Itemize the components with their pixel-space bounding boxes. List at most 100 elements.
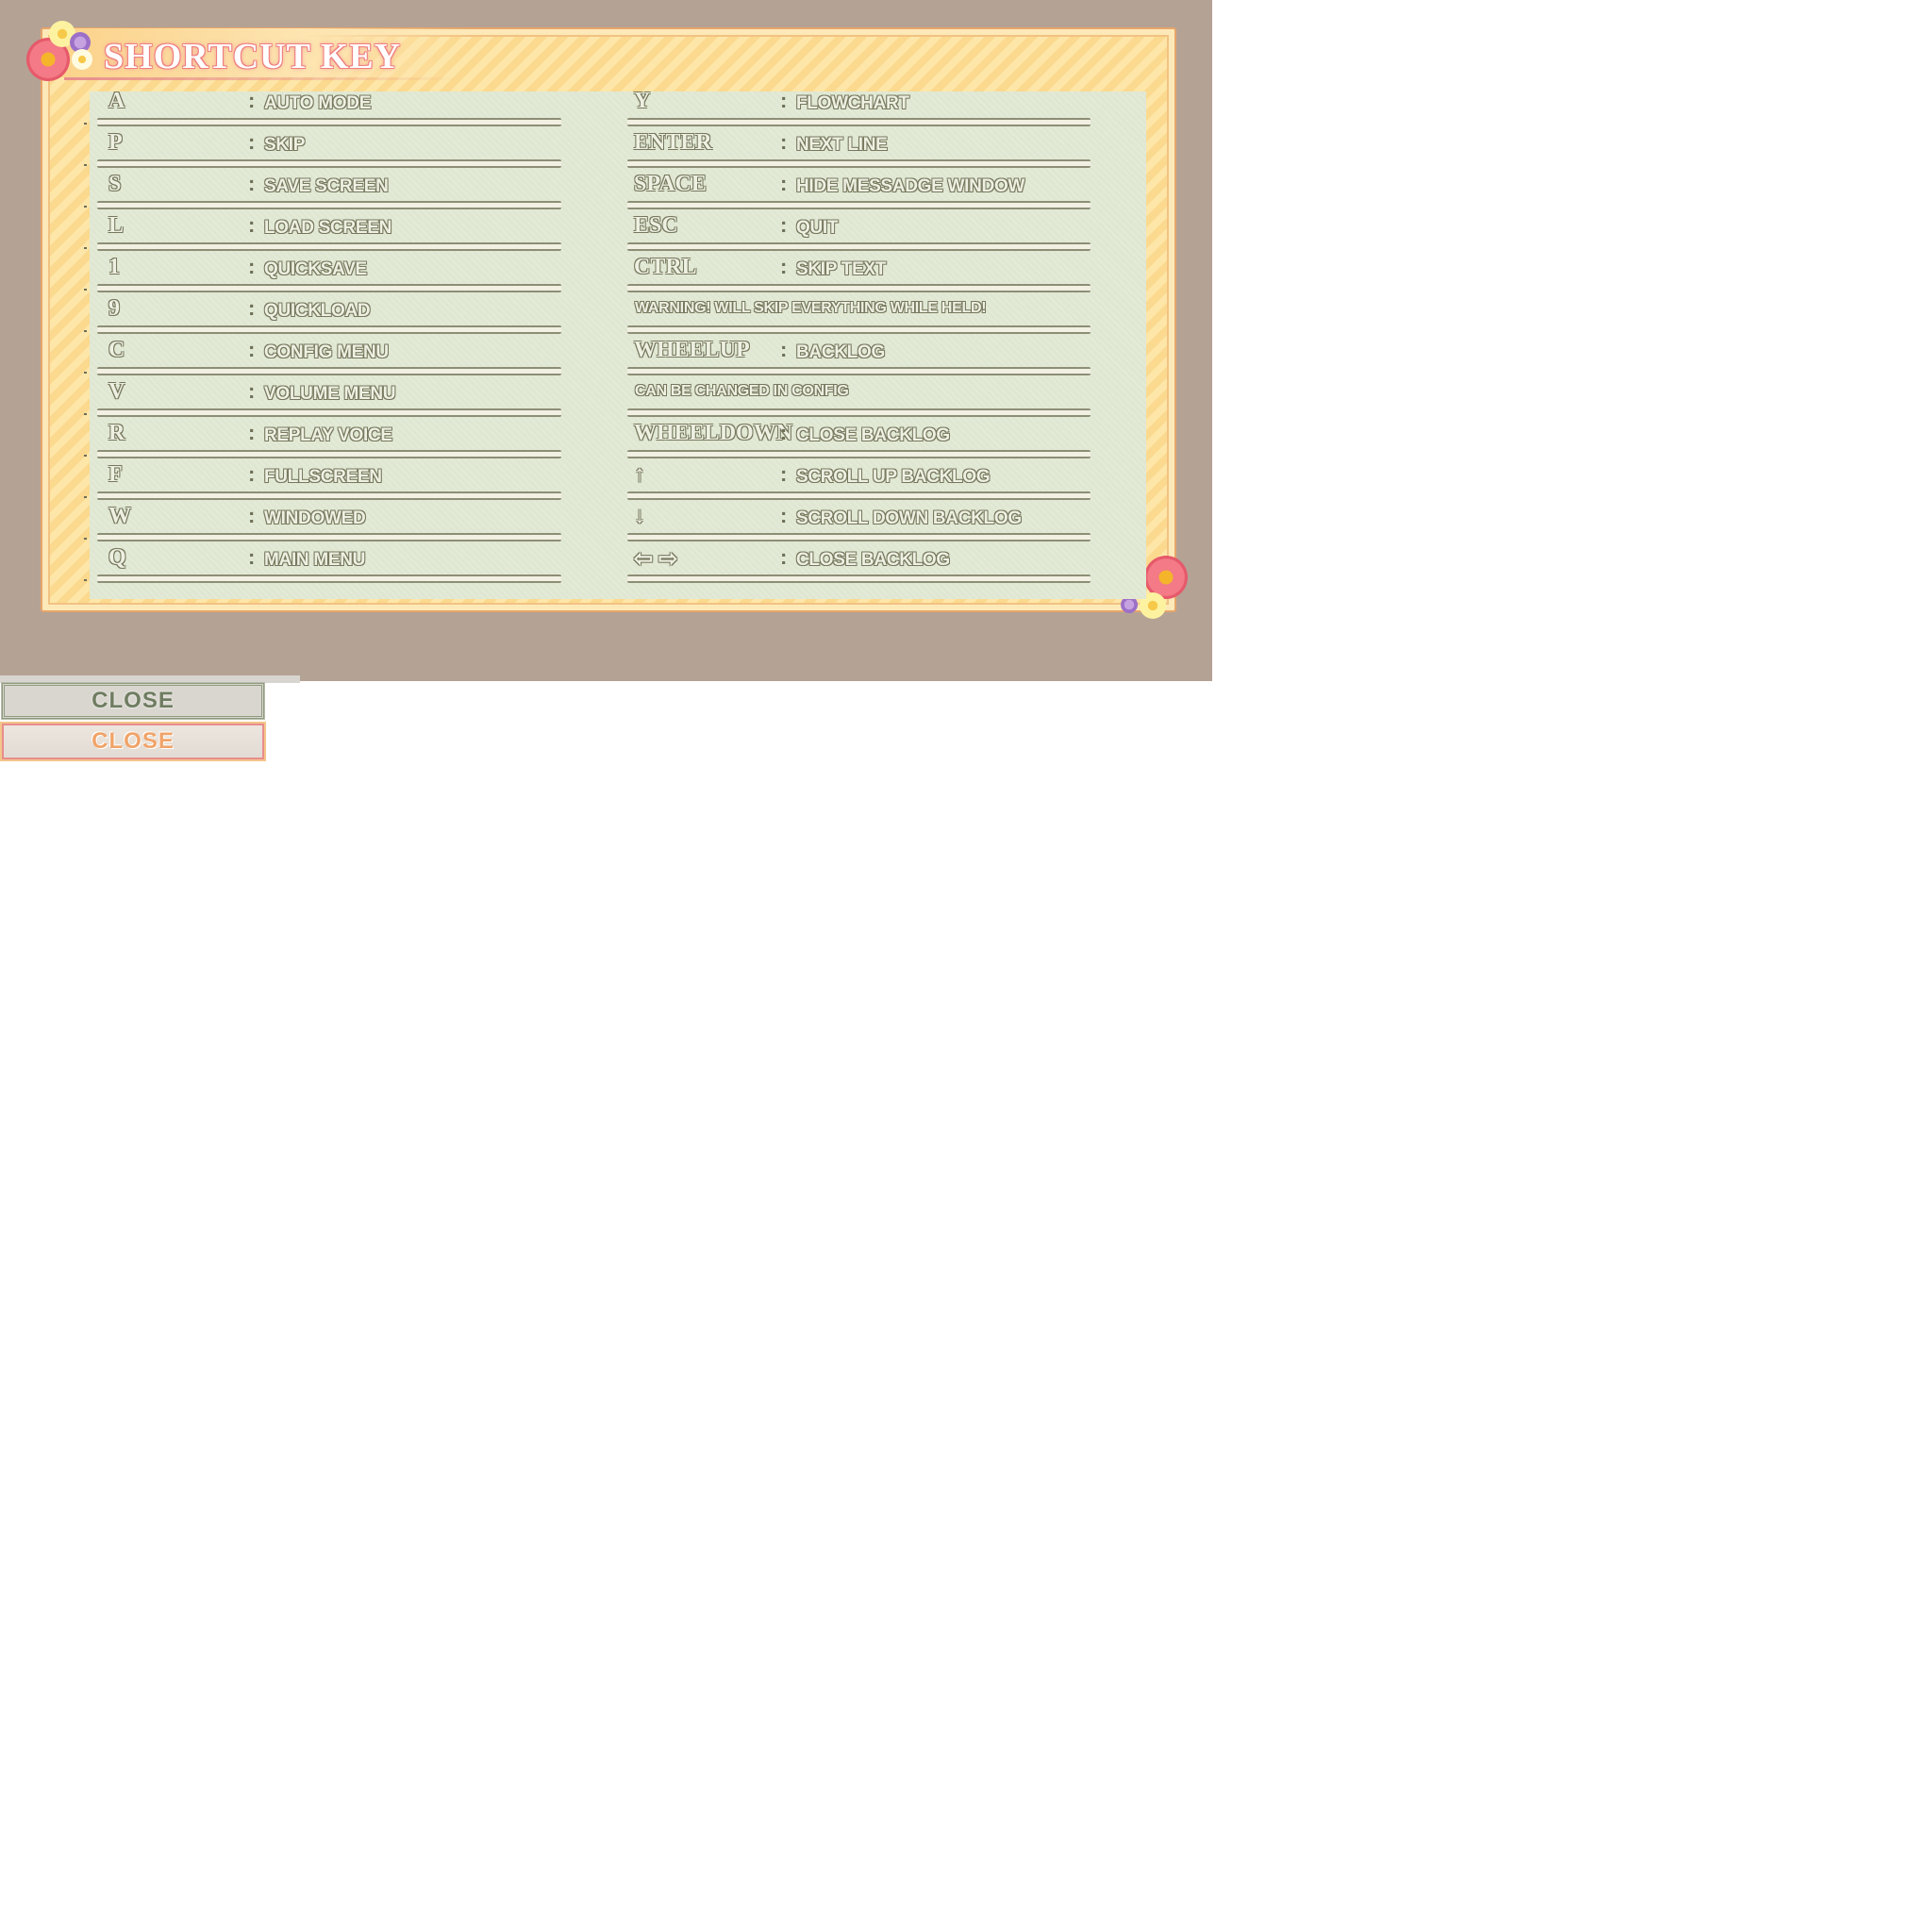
row-underline — [627, 159, 1091, 168]
shortcut-row-left-5: 1 : QUICKSAVE — [97, 251, 561, 292]
shortcut-key: L — [108, 213, 125, 238]
shortcut-row-right-2: ENTER : NEXT LINE — [627, 126, 1091, 168]
separator: : — [780, 255, 788, 278]
separator: : — [780, 130, 788, 154]
row-marker — [84, 289, 87, 291]
separator: : — [780, 213, 788, 237]
title-underline — [64, 77, 460, 80]
shortcut-action: QUICKSAVE — [264, 259, 367, 279]
shortcut-action: FLOWCHART — [796, 93, 909, 113]
shortcut-row-left-1: A : AUTO MODE — [97, 85, 561, 126]
separator: : — [780, 172, 788, 195]
shortcut-row-right-7: WHEELUP : BACKLOG — [627, 334, 1091, 375]
row-marker — [84, 538, 87, 540]
row-underline — [627, 325, 1091, 334]
row-underline — [627, 201, 1091, 209]
shortcut-action: QUIT — [796, 218, 839, 238]
shortcut-action: QUICKLOAD — [264, 301, 371, 321]
separator: : — [248, 172, 256, 195]
shortcut-key: A — [108, 89, 125, 113]
config-note: CAN BE CHANGED IN CONFIG — [635, 383, 849, 399]
separator: : — [248, 545, 256, 569]
shortcut-key: 9 — [108, 296, 120, 321]
shortcut-row-left-12: Q : MAIN MENU — [97, 541, 561, 583]
row-underline — [627, 533, 1091, 541]
shortcut-note-row-right-8: CAN BE CHANGED IN CONFIG — [627, 375, 1091, 417]
shortcut-key: CTRL — [634, 255, 697, 279]
shortcut-row-right-3: SPACE : HIDE MESSADGE WINDOW — [627, 168, 1091, 209]
shortcut-key: V — [108, 379, 125, 404]
flower-decoration-top-left-4 — [72, 49, 92, 70]
shortcut-key: 1 — [108, 255, 120, 279]
separator: : — [248, 89, 256, 112]
shortcut-action: CLOSE BACKLOG — [796, 550, 950, 570]
shortcut-row-left-2: P : SKIP — [97, 126, 561, 168]
row-underline — [627, 491, 1091, 500]
shortcut-action: WINDOWED — [264, 508, 366, 528]
shortcut-action: SKIP TEXT — [796, 259, 887, 279]
row-marker — [84, 455, 87, 457]
shortcut-row-right-5: CTRL : SKIP TEXT — [627, 251, 1091, 292]
row-underline — [97, 533, 561, 541]
row-underline — [97, 201, 561, 209]
shortcut-row-right-4: ESC : QUIT — [627, 209, 1091, 251]
row-underline — [97, 118, 561, 126]
row-underline — [97, 450, 561, 458]
row-underline — [627, 408, 1091, 417]
shortcut-key: S — [108, 172, 122, 196]
row-underline — [97, 575, 561, 583]
close-button-hover[interactable]: CLOSE — [0, 722, 266, 761]
shortcut-sheet: SHORTCUT KEY A : AUTO MODE P : SKIP S : … — [0, 0, 1212, 681]
shortcut-row-left-11: W : WINDOWED — [97, 500, 561, 541]
row-marker — [84, 413, 87, 415]
shortcut-key: R — [108, 421, 125, 445]
row-marker — [84, 206, 87, 208]
separator: : — [780, 545, 788, 569]
separator: : — [780, 421, 788, 444]
separator: : — [248, 504, 256, 527]
separator: : — [248, 338, 256, 361]
shortcut-key: SPACE — [634, 172, 707, 196]
shortcut-key: WHEELUP — [634, 338, 750, 362]
row-marker — [84, 164, 87, 166]
warning-note: WARNING! WILL SKIP EVERYTHING WHILE HELD… — [635, 300, 987, 316]
row-marker — [84, 579, 87, 581]
separator: : — [780, 462, 788, 486]
shortcut-action: AUTO MODE — [264, 93, 372, 113]
arrow-left-right-icon: ⇦ ⇨ — [634, 547, 678, 572]
separator: : — [780, 504, 788, 527]
shortcut-action: BACKLOG — [796, 342, 885, 362]
shortcut-row-left-3: S : SAVE SCREEN — [97, 168, 561, 209]
separator: : — [248, 379, 256, 403]
row-underline — [97, 242, 561, 251]
shortcut-row-left-8: V : VOLUME MENU — [97, 375, 561, 417]
shortcut-note-row-right-6: WARNING! WILL SKIP EVERYTHING WHILE HELD… — [627, 292, 1091, 334]
shortcut-action: CLOSE BACKLOG — [796, 425, 950, 445]
shortcut-action: LOAD SCREEN — [264, 218, 391, 238]
close-button[interactable]: CLOSE — [1, 682, 265, 720]
shortcut-key: WHEELDOWN — [634, 421, 793, 445]
separator: : — [248, 130, 256, 154]
row-underline — [97, 491, 561, 500]
separator: : — [248, 296, 256, 320]
row-marker — [84, 330, 87, 332]
row-marker — [84, 247, 87, 249]
shortcut-key: W — [108, 504, 131, 528]
shortcut-row-right-9: WHEELDOWN : CLOSE BACKLOG — [627, 417, 1091, 458]
arrow-up-icon: ↑ — [634, 462, 645, 487]
row-marker — [84, 372, 87, 374]
shortcut-row-right-11: ↓ : SCROLL DOWN BACKLOG — [627, 500, 1091, 541]
shortcut-key: ESC — [634, 213, 678, 238]
shortcut-action: REPLAY VOICE — [264, 425, 392, 445]
shortcut-key: Q — [108, 545, 126, 570]
shortcut-key: Y — [634, 89, 651, 113]
row-underline — [627, 242, 1091, 251]
shortcut-row-left-4: L : LOAD SCREEN — [97, 209, 561, 251]
shortcut-row-left-7: C : CONFIG MENU — [97, 334, 561, 375]
shortcut-action: VOLUME MENU — [264, 384, 396, 404]
row-underline — [97, 325, 561, 334]
shortcut-action: HIDE MESSADGE WINDOW — [796, 176, 1025, 196]
shortcut-row-left-6: 9 : QUICKLOAD — [97, 292, 561, 334]
shortcut-action: SKIP — [264, 135, 306, 155]
row-marker — [84, 123, 87, 125]
